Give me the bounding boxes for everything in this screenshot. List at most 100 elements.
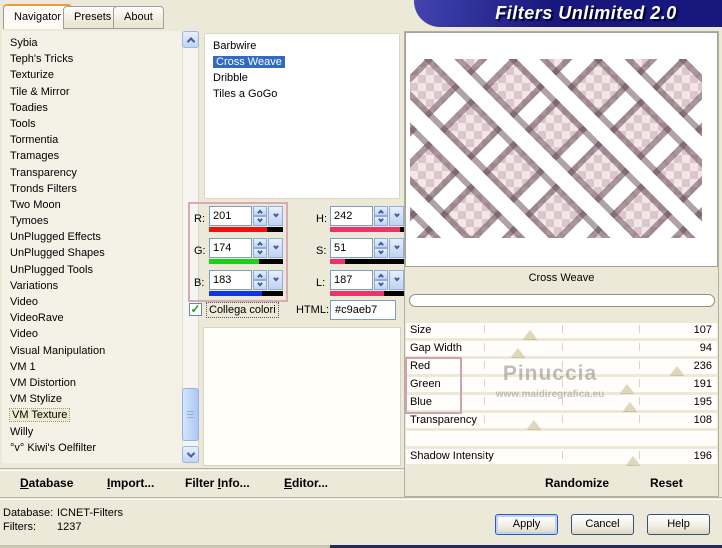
category-item[interactable]: Tools: [2, 116, 182, 132]
tab-about[interactable]: About: [113, 6, 164, 29]
tab-navigator[interactable]: Navigator: [3, 4, 73, 29]
category-item[interactable]: UnPlugged Tools: [2, 262, 182, 278]
cancel-button[interactable]: Cancel: [571, 514, 634, 535]
filter-item[interactable]: Dribble: [205, 70, 399, 86]
green-field[interactable]: [209, 238, 252, 258]
menu-database[interactable]: Database: [20, 473, 73, 493]
tick: [483, 415, 485, 423]
reset-button[interactable]: Reset: [650, 473, 683, 493]
slider-thumb-icon[interactable]: [669, 366, 684, 375]
slider-thumb-icon[interactable]: [523, 330, 538, 339]
category-item[interactable]: Sybia: [2, 35, 182, 51]
red-spinner[interactable]: [253, 206, 267, 226]
category-item[interactable]: Two Moon: [2, 197, 182, 213]
filter-list[interactable]: Barbwire Cross Weave Dribble Tiles a GoG…: [204, 33, 400, 199]
slider-label: Size: [410, 324, 432, 336]
category-item[interactable]: Variations: [2, 278, 182, 294]
link-colors-checkbox[interactable]: ✓: [189, 303, 202, 316]
spin-down-icon[interactable]: [253, 248, 267, 258]
slider-row-transparency[interactable]: Transparency 108: [406, 413, 717, 429]
hue-dropdown-button[interactable]: [389, 206, 404, 226]
scroll-up-button[interactable]: [182, 31, 199, 48]
scrollbar-thumb[interactable]: [182, 388, 199, 441]
menu-filter-info[interactable]: Filter Info...: [185, 473, 250, 493]
saturation-field[interactable]: [330, 238, 373, 258]
category-item[interactable]: Video: [2, 294, 182, 310]
spin-up-icon[interactable]: [253, 206, 267, 216]
green-value-bar: [209, 259, 283, 264]
spin-up-icon[interactable]: [374, 270, 388, 280]
red-dropdown-button[interactable]: [268, 206, 283, 226]
lightness-field[interactable]: [330, 270, 373, 290]
category-item[interactable]: Texturize: [2, 67, 182, 83]
category-item[interactable]: VM 1: [2, 359, 182, 375]
saturation-dropdown-button[interactable]: [389, 238, 404, 258]
spin-up-icon[interactable]: [374, 238, 388, 248]
randomize-button[interactable]: Randomize: [545, 473, 609, 493]
preview-pattern-image: [410, 59, 702, 238]
slider-row-shadow-intensity[interactable]: Shadow Intensity 196: [406, 449, 717, 465]
filter-item-selected[interactable]: Cross Weave: [205, 54, 399, 70]
menu-import[interactable]: Import...: [107, 473, 154, 493]
tick: [561, 325, 563, 333]
red-field[interactable]: [209, 206, 252, 226]
category-item-selected[interactable]: VM Texture: [2, 407, 182, 423]
slider-thumb-icon[interactable]: [526, 420, 541, 429]
hue-spinner[interactable]: [374, 206, 388, 226]
category-item[interactable]: °v° Kiwi's Oelfilter: [2, 440, 182, 456]
help-button[interactable]: Help: [647, 514, 710, 535]
html-label: HTML:: [296, 304, 329, 316]
category-item[interactable]: Tormentia: [2, 132, 182, 148]
filter-item[interactable]: Barbwire: [205, 38, 399, 54]
slider-thumb-icon[interactable]: [622, 402, 637, 411]
slider-thumb-icon[interactable]: [626, 456, 641, 465]
category-item[interactable]: VideoRave: [2, 310, 182, 326]
slider-value: 236: [693, 360, 712, 372]
spin-up-icon[interactable]: [253, 270, 267, 280]
spin-down-icon[interactable]: [374, 248, 388, 258]
lightness-dropdown-button[interactable]: [389, 270, 404, 290]
category-item[interactable]: Transparency: [2, 165, 182, 181]
green-dropdown-button[interactable]: [268, 238, 283, 258]
html-color-field[interactable]: [330, 300, 396, 320]
category-item[interactable]: Video: [2, 326, 182, 342]
slider-thumb-icon[interactable]: [510, 348, 525, 357]
menu-editor[interactable]: Editor...: [284, 473, 328, 493]
category-item[interactable]: Visual Manipulation: [2, 343, 182, 359]
blue-dropdown-button[interactable]: [268, 270, 283, 290]
category-item[interactable]: Teph's Tricks: [2, 51, 182, 67]
category-item[interactable]: Tronds Filters: [2, 181, 182, 197]
saturation-spinner[interactable]: [374, 238, 388, 258]
apply-button[interactable]: Apply: [495, 514, 558, 535]
divider: [0, 497, 722, 499]
saturation-value-bar: [330, 259, 404, 264]
spin-down-icon[interactable]: [374, 216, 388, 226]
slider-row-gap-width[interactable]: Gap Width 94: [406, 341, 717, 357]
hue-field[interactable]: [330, 206, 373, 226]
spin-up-icon[interactable]: [253, 238, 267, 248]
category-item[interactable]: Tymoes: [2, 213, 182, 229]
category-item[interactable]: Tramages: [2, 148, 182, 164]
spin-up-icon[interactable]: [374, 206, 388, 216]
hue-value-bar: [330, 227, 404, 232]
blue-field[interactable]: [209, 270, 252, 290]
category-item[interactable]: UnPlugged Effects: [2, 229, 182, 245]
category-list[interactable]: Sybia Teph's Tricks Texturize Tile & Mir…: [2, 31, 182, 463]
blue-spinner[interactable]: [253, 270, 267, 290]
category-item[interactable]: Willy: [2, 424, 182, 440]
filter-item[interactable]: Tiles a GoGo: [205, 86, 399, 102]
category-item[interactable]: VM Stylize: [2, 391, 182, 407]
spin-down-icon[interactable]: [374, 280, 388, 290]
watermark-url: www.maidiregrafica.eu: [495, 389, 605, 400]
lightness-spinner[interactable]: [374, 270, 388, 290]
slider-row-size[interactable]: Size 107: [406, 323, 717, 339]
spin-down-icon[interactable]: [253, 280, 267, 290]
category-item[interactable]: UnPlugged Shapes: [2, 245, 182, 261]
category-item[interactable]: Toadies: [2, 100, 182, 116]
green-spinner[interactable]: [253, 238, 267, 258]
spin-down-icon[interactable]: [253, 216, 267, 226]
red-value-bar: [209, 227, 283, 232]
category-item[interactable]: VM Distortion: [2, 375, 182, 391]
scroll-down-button[interactable]: [182, 446, 199, 463]
category-item[interactable]: Tile & Mirror: [2, 84, 182, 100]
